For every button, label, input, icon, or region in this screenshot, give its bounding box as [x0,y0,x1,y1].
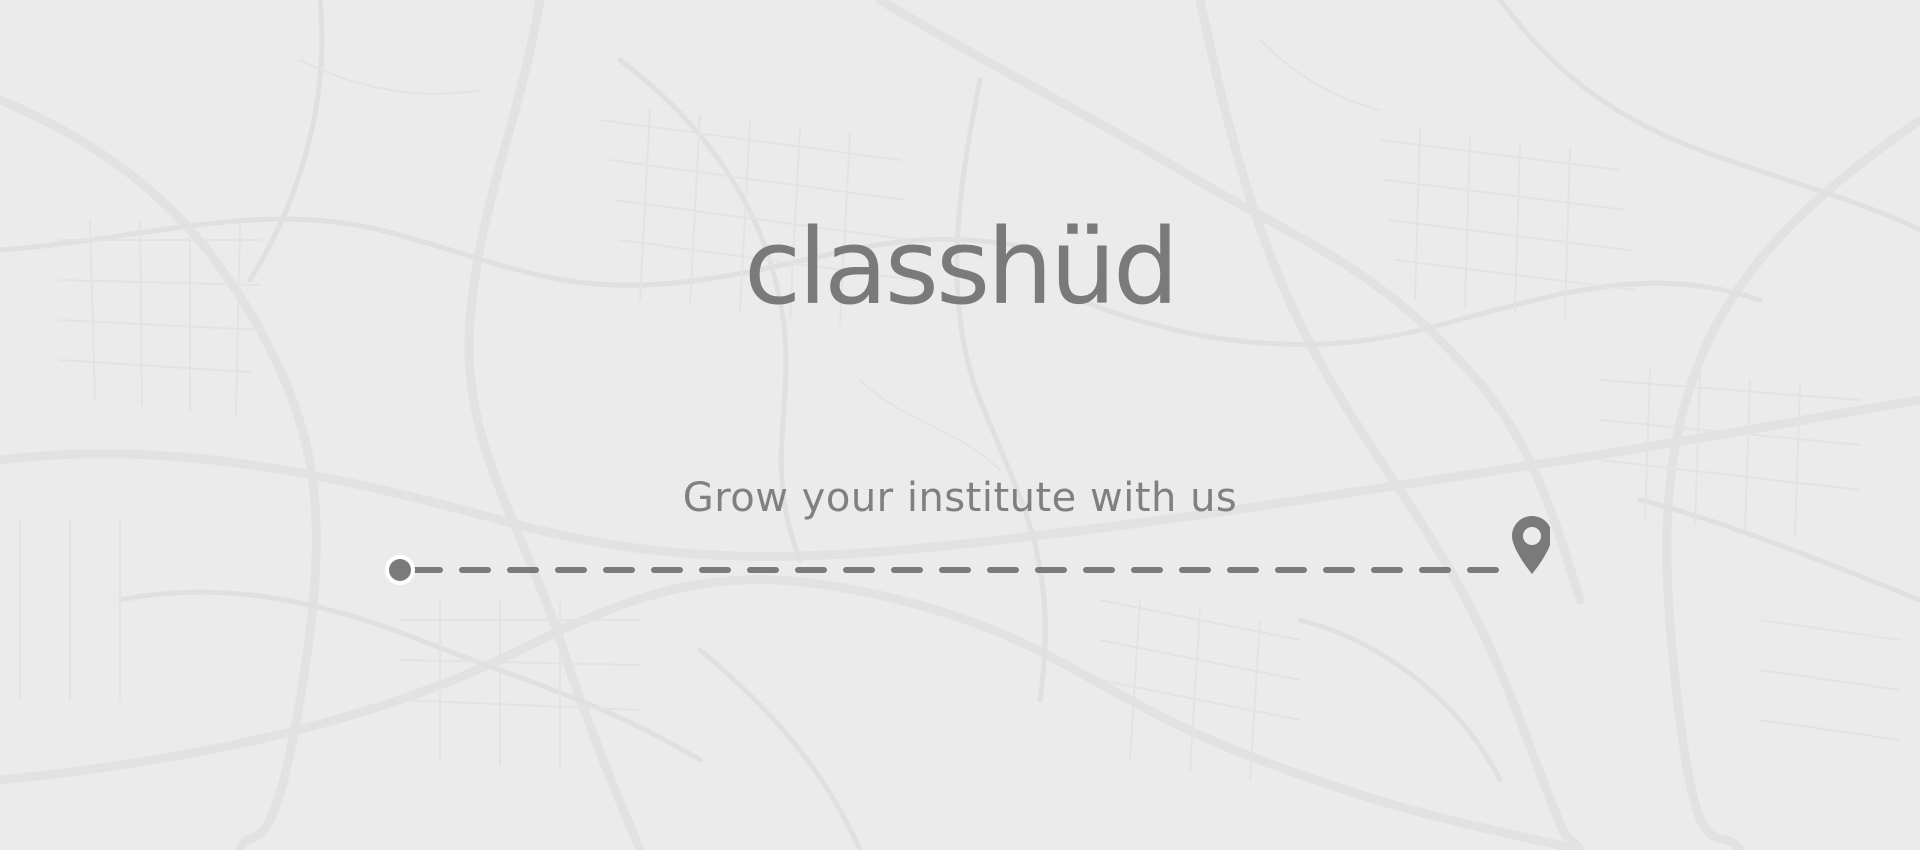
map-pin-icon [1512,516,1550,574]
landing-page: classhüd Grow your institute with us [0,0,1920,850]
route-graphic [385,516,1550,585]
brand-logo: classhüd [743,206,1179,328]
start-dot-icon [385,555,415,585]
map-background [0,0,1920,850]
